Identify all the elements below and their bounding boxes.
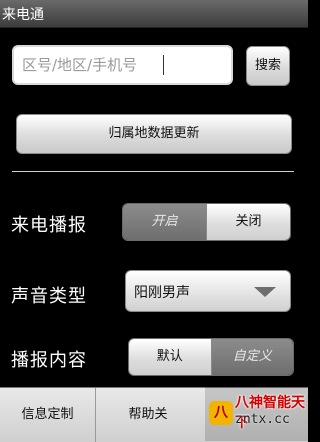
announce-label: 来电播报 (11, 215, 87, 236)
menu-item-help[interactable]: 帮助关 (96, 388, 200, 442)
section-divider (12, 171, 294, 172)
watermark: 八 八神智能天下 zntx.cc (205, 387, 308, 441)
title-bar: 来电通 (0, 0, 308, 28)
search-input[interactable] (12, 45, 233, 85)
voice-type-select[interactable]: 阳刚男声 (125, 270, 291, 312)
announce-off-option[interactable]: 关闭 (206, 204, 290, 240)
text-caret (163, 55, 164, 75)
content-custom-option[interactable]: 自定义 (211, 339, 293, 375)
menu-item-info-custom[interactable]: 信息定制 (0, 388, 96, 442)
search-button[interactable]: 搜索 (246, 46, 290, 86)
watermark-url: zntx.cc (235, 412, 290, 427)
dropdown-arrow-icon (254, 287, 276, 297)
content-label: 播报内容 (11, 350, 87, 371)
announce-toggle[interactable]: 开启 关闭 (122, 203, 291, 241)
content-default-option[interactable]: 默认 (129, 339, 212, 375)
announce-on-option[interactable]: 开启 (123, 204, 206, 240)
content-toggle[interactable]: 默认 自定义 (128, 338, 294, 376)
voice-type-value: 阳刚男声 (134, 285, 190, 301)
update-data-button[interactable]: 归属地数据更新 (16, 114, 292, 154)
voice-type-label: 声音类型 (11, 286, 87, 307)
watermark-logo-icon: 八 (209, 401, 233, 425)
app-title: 来电通 (2, 7, 44, 23)
